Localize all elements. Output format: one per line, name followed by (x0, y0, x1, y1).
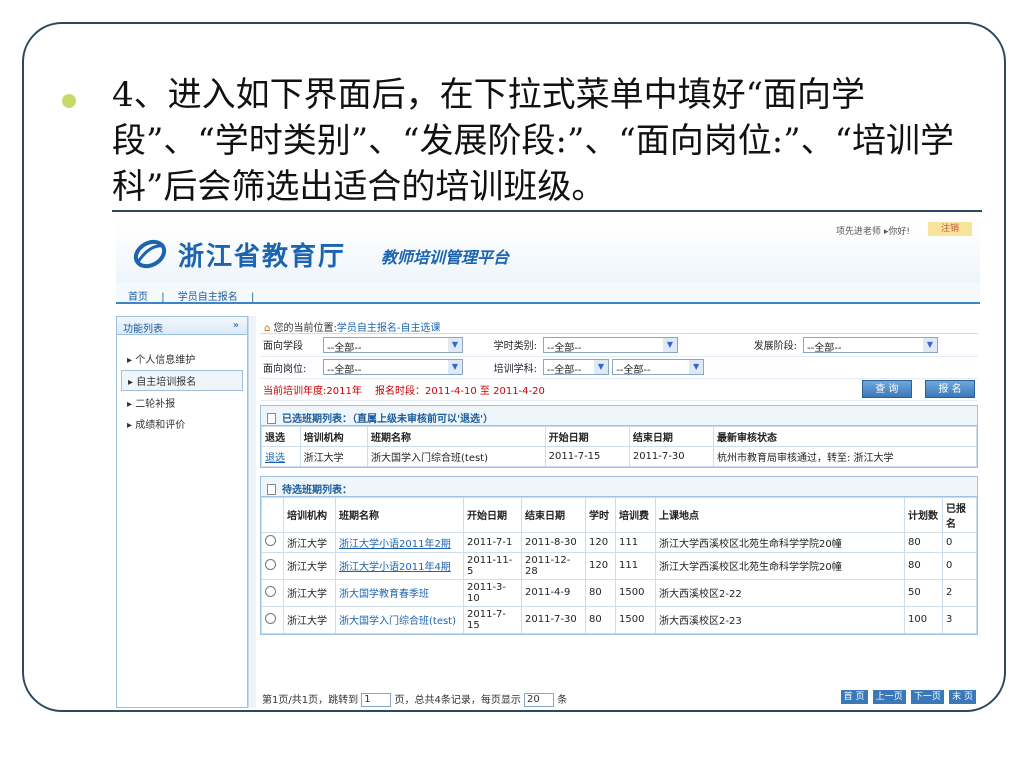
page-input[interactable]: 1 (361, 693, 392, 707)
nav-sep: | (250, 292, 255, 303)
withdraw-link[interactable]: 退选 (265, 453, 285, 464)
table-row: 浙江大学 浙大国学教育春季班 2011-3-10 2011-4-9 80 150… (261, 578, 977, 607)
chevron-down-icon: ▼ (448, 360, 462, 374)
table-row: 浙江大学 浙江大学小语2011年4期 2011-11-5 2011-12-28 … (261, 551, 977, 580)
row-radio[interactable] (265, 558, 276, 570)
first-page-button[interactable]: 首 页 (840, 690, 868, 704)
logout-button[interactable]: 注销 (928, 222, 972, 236)
sidebar-item-profile[interactable]: ▸ 个人信息维护 (121, 349, 243, 368)
document-icon (267, 484, 276, 495)
screenshot: 浙江省教育厅 教师培训管理平台 项先进老师 ▸你好! 注销 首页 | 学员自主报… (116, 222, 980, 708)
dev-select[interactable]: --全部-- ▼ (803, 336, 938, 354)
hours-select[interactable]: --全部-- ▼ (543, 336, 678, 354)
chevron-down-icon: ▼ (663, 337, 677, 352)
sidebar-header: 功能列表 » (117, 317, 247, 335)
subject-label: 培训学科: (470, 356, 540, 379)
hours-label: 学时类别: (470, 334, 540, 357)
chevron-down-icon: ▼ (689, 360, 704, 374)
document-icon (267, 413, 276, 424)
class-link[interactable]: 浙江大学小语2011年2期 (339, 539, 451, 550)
candidates-panel: 待选班期列表： 培训机构 班期名称 开始日期 结束日期 学时 培训费 上课地点 … (260, 475, 978, 635)
logo-main: 浙江省教育厅 (178, 242, 347, 272)
breadcrumb: ⌂ 您的当前位置:学员自主报名-自主选课 (260, 316, 978, 334)
subject-select-1[interactable]: --全部-- ▼ (543, 359, 609, 376)
chevron-down-icon: ▼ (594, 360, 608, 374)
sidebar-item-signup[interactable]: ▸ 自主培训报名 (121, 370, 243, 391)
table-row: 退选 浙江大学 浙大国学入门综合班(test) 2011-7-15 2011-7… (261, 445, 977, 467)
selected-panel: 已选班期列表：（直属上级未审核前可以'退选'） 退选 培训机构 班期名称 开始日… (260, 404, 978, 468)
stage-label: 面向学段 (260, 334, 320, 357)
candidates-table: 培训机构 班期名称 开始日期 结束日期 学时 培训费 上课地点 计划数 已报名 … (261, 496, 977, 634)
class-link[interactable]: 浙大国学教育春季班 (339, 589, 429, 600)
class-link[interactable]: 浙江大学小语2011年4期 (339, 562, 451, 573)
nav-home[interactable]: 首页 (128, 292, 148, 303)
year-info: 当前培训年度:2011年 报名时段：2011-4-10 至 2011-4-20 (260, 378, 800, 401)
sidebar-item-grades[interactable]: ▸ 成绩和评价 (121, 414, 243, 433)
filter-form: 面向学段 --全部-- ▼ 学时类别: --全部-- ▼ 发展阶段: --全部-- ▼… (260, 334, 978, 401)
logo-icon (133, 239, 167, 269)
slide-text: 4、进入如下界面后，在下拉式菜单中填好“面向学段”、“学时类别”、“发展阶段:”… (112, 75, 954, 207)
slide-frame: 4、进入如下界面后，在下拉式菜单中填好“面向学段”、“学时类别”、“发展阶段:”… (22, 22, 1006, 712)
sidebar-splitter[interactable] (248, 316, 256, 708)
query-button[interactable]: 查 询 (861, 380, 912, 398)
pagination: 第1页/共1页，跳转到 1 页，总共4条记录，每页显示 20 条 首 页 上一页… (260, 686, 978, 708)
selected-table: 退选 培训机构 班期名称 开始日期 结束日期 最新审核状态 退选 浙江大学 浙大… (261, 425, 977, 467)
top-nav: 首页 | 学员自主报名 | (116, 282, 980, 304)
breadcrumb-path[interactable]: 学员自主报名-自主选课 (337, 323, 441, 334)
signup-button[interactable]: 报 名 (925, 380, 975, 398)
post-select[interactable]: --全部-- ▼ (323, 359, 463, 376)
table-row: 浙江大学 浙大国学入门综合班(test) 2011-7-15 2011-7-30… (261, 605, 977, 634)
dev-label: 发展阶段: (700, 334, 800, 357)
home-icon: ⌂ (264, 323, 271, 334)
bullet-dot (62, 94, 76, 108)
user-greeting: 项先进老师 ▸你好! (836, 227, 910, 237)
sidebar: 功能列表 » ▸ 个人信息维护 ▸ 自主培训报名 ▸ 二轮补报 ▸ 成绩和评价 (116, 316, 248, 708)
subject-select-2[interactable]: --全部-- ▼ (612, 359, 705, 376)
table-row: 浙江大学 浙江大学小语2011年2期 2011-7-1 2011-8-30 12… (261, 531, 977, 553)
post-label: 面向岗位: (260, 356, 320, 379)
row-radio[interactable] (265, 535, 276, 546)
chevron-double-icon[interactable]: » (233, 320, 239, 331)
class-link[interactable]: 浙大国学入门综合班(test) (339, 616, 456, 627)
row-radio[interactable] (265, 585, 276, 597)
selected-title: 已选班期列表：（直属上级未审核前可以'退选'） (261, 405, 977, 426)
sidebar-item-supplement[interactable]: ▸ 二轮补报 (121, 393, 243, 412)
chevron-down-icon: ▼ (448, 337, 462, 352)
main-content: ⌂ 您的当前位置:学员自主报名-自主选课 面向学段 --全部-- ▼ 学时类别: … (260, 316, 978, 708)
app-header: 浙江省教育厅 教师培训管理平台 项先进老师 ▸你好! 注销 (116, 222, 980, 282)
logo-subtitle: 教师培训管理平台 (381, 248, 510, 267)
candidates-title: 待选班期列表： (261, 476, 977, 497)
last-page-button[interactable]: 末 页 (949, 690, 976, 704)
chevron-down-icon: ▼ (923, 337, 937, 352)
page-size-input[interactable]: 20 (524, 693, 555, 707)
stage-select[interactable]: --全部-- ▼ (323, 336, 463, 354)
next-page-button[interactable]: 下一页 (910, 690, 944, 704)
nav-self-signup[interactable]: 学员自主报名 (178, 292, 238, 303)
slide-divider (112, 210, 982, 212)
row-radio[interactable] (265, 612, 276, 624)
sidebar-title: 功能列表 (123, 324, 163, 335)
nav-sep: | (161, 292, 165, 303)
prev-page-button[interactable]: 上一页 (872, 690, 906, 704)
